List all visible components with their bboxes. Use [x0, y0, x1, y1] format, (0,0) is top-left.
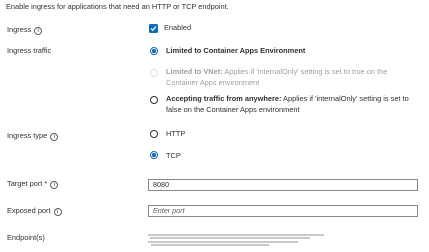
redacted-endpoints [148, 233, 333, 248]
option-limited-to-vnet: Limited to VNet: Applies if 'internalOnl… [166, 67, 388, 87]
option-http: HTTP [166, 129, 186, 138]
option-limited-to-environment: Limited to Container Apps Environment [166, 46, 306, 55]
target-port-label: Target port * i [7, 179, 59, 189]
ingress-label: Ingress i [7, 25, 43, 35]
ingress-type-label: Ingress type i [7, 131, 59, 141]
radio-tcp[interactable] [150, 151, 158, 159]
info-icon[interactable]: i [50, 181, 59, 189]
radio-accept-from-anywhere[interactable] [150, 96, 158, 104]
ingress-enabled-label: Enabled [164, 23, 192, 32]
info-icon[interactable]: i [50, 133, 59, 141]
ingress-traffic-label: Ingress traffic [7, 46, 52, 55]
endpoints-label: Endpoint(s) [7, 233, 45, 242]
radio-http[interactable] [150, 130, 158, 138]
info-icon[interactable]: i [34, 27, 43, 35]
radio-limited-to-environment[interactable] [150, 47, 158, 55]
option-accept-from-anywhere: Accepting traffic from anywhere: Applies… [166, 94, 409, 114]
exposed-port-input[interactable]: Enter port [148, 205, 418, 217]
exposed-port-label: Exposed port i [7, 206, 62, 216]
checkmark-icon [150, 26, 157, 32]
option-tcp: TCP [166, 151, 181, 160]
info-icon[interactable]: i [53, 208, 62, 216]
intro-text: Enable ingress for applications that nee… [6, 2, 229, 11]
ingress-checkbox[interactable] [149, 24, 158, 33]
radio-limited-to-vnet [150, 69, 158, 77]
target-port-input[interactable]: 8080 [148, 179, 418, 191]
